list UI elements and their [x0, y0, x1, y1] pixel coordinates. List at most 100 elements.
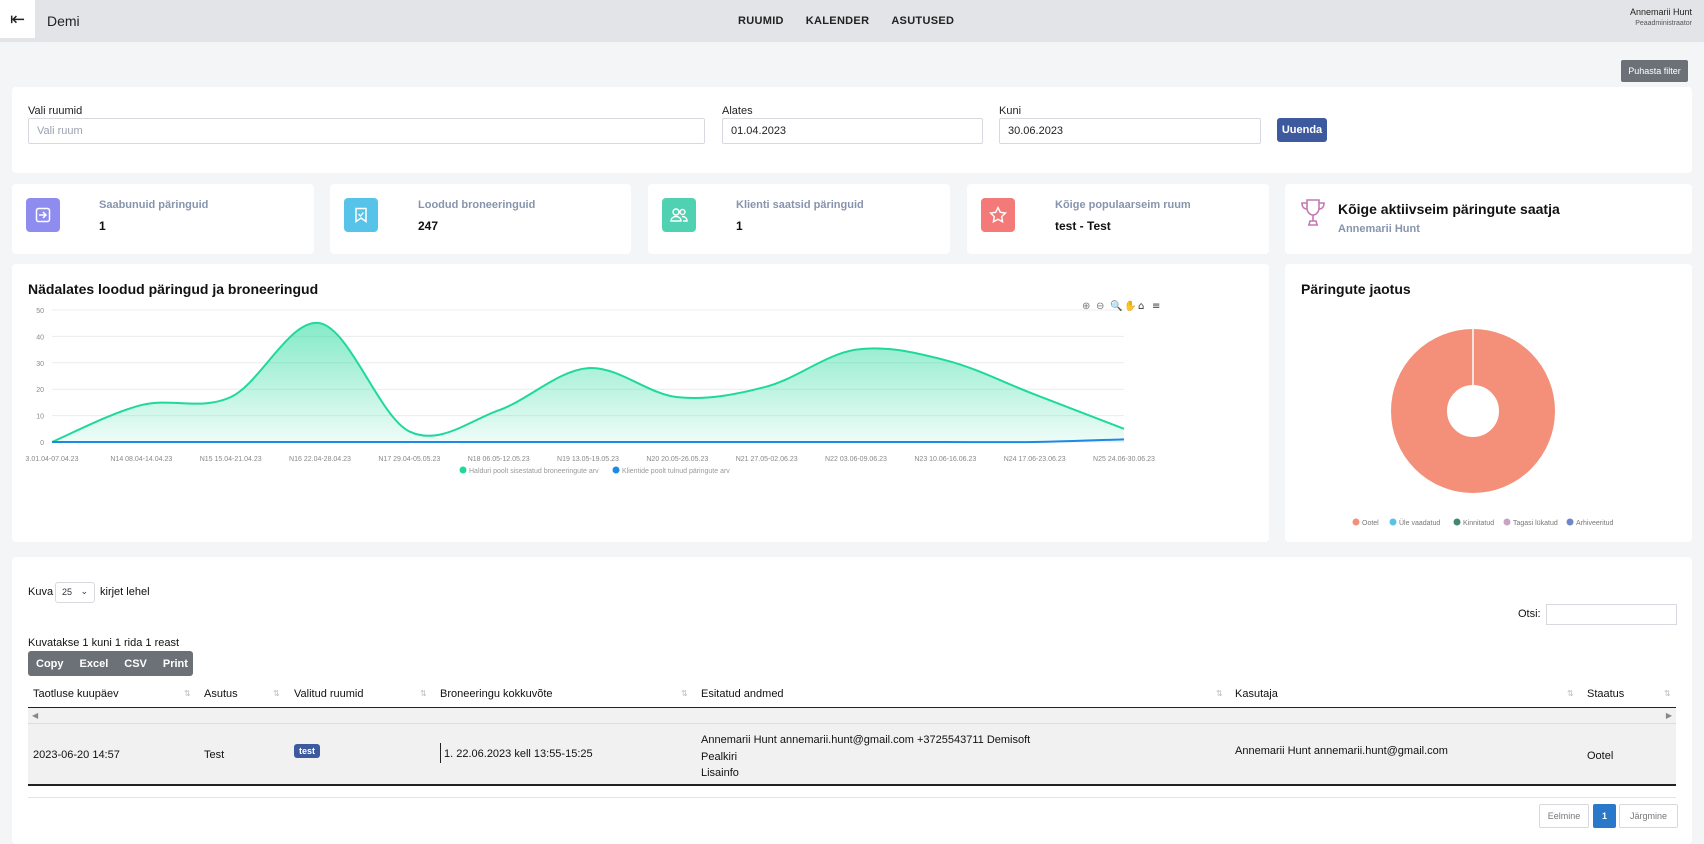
- nav-item-ruumid[interactable]: RUUMID: [738, 15, 784, 27]
- search-zoom-icon[interactable]: 🔍: [1110, 299, 1122, 312]
- column-header-status[interactable]: Staatus: [1587, 688, 1624, 700]
- row-user: Annemarii Hunt annemarii.hunt@gmail.com: [1235, 745, 1448, 757]
- legend-label: Ootel: [1362, 520, 1379, 527]
- row-submitted-line1: Annemarii Hunt annemarii.hunt@gmail.com …: [701, 734, 1031, 746]
- x-tick-label: N23 10.06-16.06.23: [914, 456, 976, 463]
- room-badge: test: [294, 744, 321, 758]
- stat-card-clients: Klienti saatsid päringuid 1: [648, 184, 950, 254]
- legend-label: Üle vaadatud: [1399, 519, 1440, 527]
- nav-item-kalender[interactable]: KALENDER: [806, 15, 870, 27]
- line-chart: 0 10 20 30 40 50 3.01.04-07.04.23 N14 08.04-14.…: [26, 299, 1161, 475]
- copy-button[interactable]: Copy: [28, 658, 72, 670]
- update-button[interactable]: Uuenda: [1277, 118, 1327, 142]
- menu-icon[interactable]: ≡: [1152, 301, 1160, 312]
- sort-icon[interactable]: ⇅: [1567, 689, 1574, 698]
- sort-icon[interactable]: ⇅: [1216, 689, 1223, 698]
- most-active-title: Kõige aktiivseim päringute saatja: [1338, 201, 1560, 217]
- from-date-input[interactable]: 01.04.2023: [722, 118, 983, 144]
- requests-table-card: [12, 557, 1692, 844]
- print-button[interactable]: Print: [155, 658, 196, 670]
- rooms-select[interactable]: Vali ruum: [28, 118, 705, 144]
- x-tick-label: 3.01.04-07.04.23: [26, 456, 79, 463]
- row-institution: Test: [204, 749, 225, 761]
- stat-value: 1: [99, 219, 106, 233]
- sort-icon[interactable]: ⇅: [420, 689, 427, 698]
- zoom-out-icon[interactable]: ⊖: [1096, 301, 1104, 312]
- x-tick-label: N17 29.04-05.05.23: [378, 456, 440, 463]
- stat-value: test - Test: [1055, 219, 1111, 233]
- pie-chart: 100.0% Ootel Üle vaadatud Kinnitatud Tagasi …: [1352, 329, 1613, 527]
- legend-label: Kinnitatud: [1463, 520, 1494, 527]
- table-footer-divider: [28, 797, 1676, 798]
- table-info: Kuvatakse 1 kuni 1 rida 1 reast: [28, 637, 180, 649]
- main-nav: RUUMID KALENDER ASUTUSED: [738, 15, 954, 27]
- prev-page-button[interactable]: Eelmine: [1539, 804, 1589, 828]
- chevron-down-icon: ⌄: [80, 586, 88, 596]
- search-label: Otsi:: [1518, 608, 1541, 620]
- legend-label: Halduri poolt sisestatud broneeringute a…: [469, 468, 599, 475]
- to-label: Kuni: [999, 105, 1022, 117]
- home-icon[interactable]: ⌂: [1138, 301, 1144, 312]
- page-size-value: 25: [62, 587, 73, 597]
- column-header-institution[interactable]: Asutus: [204, 688, 238, 700]
- most-active-name: Annemarii Hunt: [1338, 223, 1420, 235]
- column-header-rooms[interactable]: Valitud ruumid: [294, 688, 364, 700]
- horizontal-scrollbar[interactable]: ◀ ▶: [28, 708, 1676, 724]
- column-header-submitted[interactable]: Esitatud andmed: [701, 688, 784, 700]
- legend-marker: [1453, 518, 1461, 526]
- scroll-right-icon[interactable]: ▶: [1666, 711, 1672, 720]
- next-page-button[interactable]: Järgmine: [1619, 804, 1678, 828]
- legend-marker: [1352, 518, 1360, 526]
- stat-value: 247: [418, 219, 439, 233]
- scroll-left-icon[interactable]: ◀: [32, 711, 38, 720]
- column-header-summary[interactable]: Broneeringu kokkuvõte: [440, 688, 553, 700]
- users-icon: [662, 198, 696, 232]
- star-icon: [981, 198, 1015, 232]
- sort-icon[interactable]: ⇅: [1664, 689, 1671, 698]
- rooms-label: Vali ruumid: [28, 105, 83, 117]
- from-label: Alates: [722, 105, 753, 117]
- stat-value: 1: [736, 219, 743, 233]
- y-tick-label: 50: [36, 308, 44, 315]
- sort-icon[interactable]: ⇅: [681, 689, 688, 698]
- clear-filter-button[interactable]: Puhasta filter: [1621, 60, 1688, 82]
- per-page-label: kirjet lehel: [100, 586, 150, 598]
- column-header-user[interactable]: Kasutaja: [1235, 688, 1278, 700]
- sort-icon[interactable]: ⇅: [184, 689, 191, 698]
- sort-icon[interactable]: ⇅: [273, 689, 280, 698]
- row-status: Ootel: [1587, 750, 1614, 762]
- row-submitted-line3: Lisainfo: [701, 767, 739, 779]
- filter-panel: Vali ruumid Vali ruum Alates 01.04.2023 …: [12, 87, 1692, 173]
- page-size-select[interactable]: 25 ⌄: [55, 582, 95, 603]
- export-buttons: Copy Excel CSV Print: [28, 651, 193, 676]
- series-area-bookings: [52, 322, 1124, 442]
- x-tick-label: N19 13.05-19.05.23: [557, 456, 619, 463]
- legend-marker: [1503, 518, 1511, 526]
- excel-button[interactable]: Excel: [72, 658, 117, 670]
- legend-marker: [612, 466, 620, 474]
- zoom-in-icon[interactable]: ⊕: [1082, 301, 1090, 312]
- csv-button[interactable]: CSV: [116, 658, 155, 670]
- search-input[interactable]: [1546, 604, 1677, 625]
- row-summary: 1. 22.06.2023 kell 13:55-15:25: [444, 748, 593, 760]
- column-header-date[interactable]: Taotluse kuupäev: [33, 688, 119, 700]
- to-date-input[interactable]: 30.06.2023: [999, 118, 1261, 144]
- x-tick-label: N18 06.05-12.05.23: [468, 456, 530, 463]
- user-menu[interactable]: Annemarii Hunt Peaadministraator: [1630, 7, 1692, 27]
- nav-item-asutused[interactable]: ASUTUSED: [891, 15, 954, 27]
- legend-label: Klientide poolt tulnud päringute arv: [622, 468, 730, 475]
- legend-marker: [1566, 518, 1574, 526]
- app-title: Demi: [47, 13, 80, 29]
- stat-card-popular-room: Kõige populaarseim ruum test - Test: [967, 184, 1269, 254]
- page-1-button[interactable]: 1: [1593, 804, 1616, 828]
- x-tick-label: N14 08.04-14.04.23: [110, 456, 172, 463]
- user-role: Peaadministraator: [1635, 20, 1692, 27]
- y-tick-label: 0: [40, 440, 44, 447]
- arrow-left-icon[interactable]: ⇤: [0, 0, 35, 38]
- user-name: Annemarii Hunt: [1629, 7, 1692, 17]
- most-active-card: Kõige aktiivseim päringute saatja Annema…: [1285, 184, 1692, 254]
- y-tick-label: 40: [36, 334, 44, 341]
- pan-hand-icon[interactable]: ✋: [1124, 299, 1136, 312]
- stat-card-bookings: Loodud broneeringuid 247: [330, 184, 631, 254]
- x-tick-label: N22 03.06-09.06.23: [825, 456, 887, 463]
